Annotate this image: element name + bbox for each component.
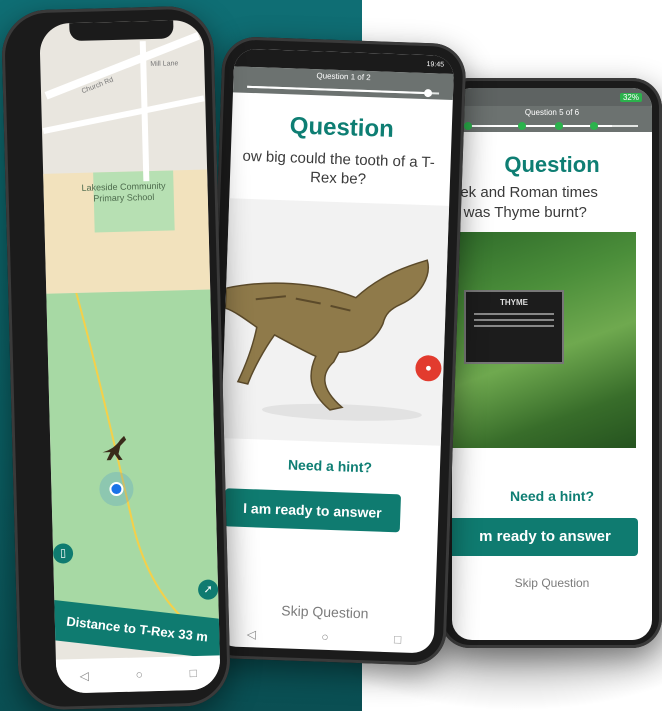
map-screen: Church Rd Mill Lane Lakeside Community P… [39, 19, 221, 694]
trex-question-title: Question [289, 112, 395, 143]
trex-progress-fill [247, 85, 424, 94]
trex-answer-button[interactable]: I am ready to answer [223, 488, 402, 533]
trex-question-text: ow big could the tooth of a T-Rex be? [242, 147, 436, 189]
trex-ar-model: ● [220, 198, 450, 446]
back-icon[interactable]: ◁ [80, 669, 90, 683]
home-icon[interactable]: ○ [321, 630, 329, 644]
home-icon[interactable]: ○ [135, 667, 143, 681]
thyme-answer-button[interactable]: m ready to answer [452, 518, 638, 556]
thyme-progress-track [464, 122, 638, 130]
thyme-plant-sign: THYME [464, 290, 564, 364]
thyme-skip-link[interactable]: Skip Question [452, 576, 652, 590]
progress-step-1 [464, 122, 472, 130]
recents-icon[interactable]: □ [189, 666, 197, 680]
progress-step-2 [517, 122, 526, 130]
thyme-screen: 32% Question 5 of 6 Question eek and Rom… [452, 88, 652, 640]
phone-thyme-question: 32% Question 5 of 6 Question eek and Rom… [440, 78, 662, 648]
status-time: 19:45 [426, 60, 445, 69]
trex-map-marker-icon[interactable] [100, 432, 129, 463]
sign-text-line [474, 325, 554, 327]
map-street-label: Mill Lane [150, 60, 179, 68]
thyme-hint-link[interactable]: Need a hint? [452, 488, 652, 504]
sign-title: THYME [500, 298, 528, 307]
map-trail-path [75, 292, 186, 622]
progress-step-current [423, 88, 432, 98]
map-road [42, 95, 205, 135]
sign-text-line [474, 319, 554, 321]
thyme-question-title: Question [504, 152, 600, 177]
trex-hint-link[interactable]: Need a hint? [220, 454, 440, 478]
recents-icon[interactable]: □ [394, 632, 402, 646]
thyme-status-bar: 32% [452, 88, 652, 106]
thyme-question-line-1: eek and Roman times [452, 184, 598, 201]
progress-step-4 [589, 122, 598, 130]
progress-step-3 [555, 122, 564, 130]
battery-level: 32% [619, 92, 642, 102]
trex-illustration [224, 259, 429, 421]
trex-progress-track [247, 85, 440, 98]
thyme-plant-photo: THYME [452, 232, 636, 448]
notch [69, 20, 174, 42]
android-nav-bar: ◁ ○ □ [214, 620, 435, 654]
phone-map: Church Rd Mill Lane Lakeside Community P… [0, 5, 232, 711]
thyme-question-line-2: y was Thyme burnt? [452, 204, 587, 221]
android-nav-bar: ◁ ○ □ [55, 655, 221, 694]
phone-trex-question: 19:45 Question 1 of 2 Question ow big co… [201, 35, 467, 667]
thyme-progress-label: Question 5 of 6 [524, 108, 580, 117]
thyme-progress-bar: Question 5 of 6 [452, 106, 652, 132]
back-icon[interactable]: ◁ [247, 627, 257, 641]
sign-text-line [474, 313, 554, 315]
map-school-label: Lakeside Community Primary School [81, 180, 166, 204]
trex-screen: 19:45 Question 1 of 2 Question ow big co… [213, 48, 455, 654]
trex-skip-link[interactable]: Skip Question [215, 600, 435, 624]
